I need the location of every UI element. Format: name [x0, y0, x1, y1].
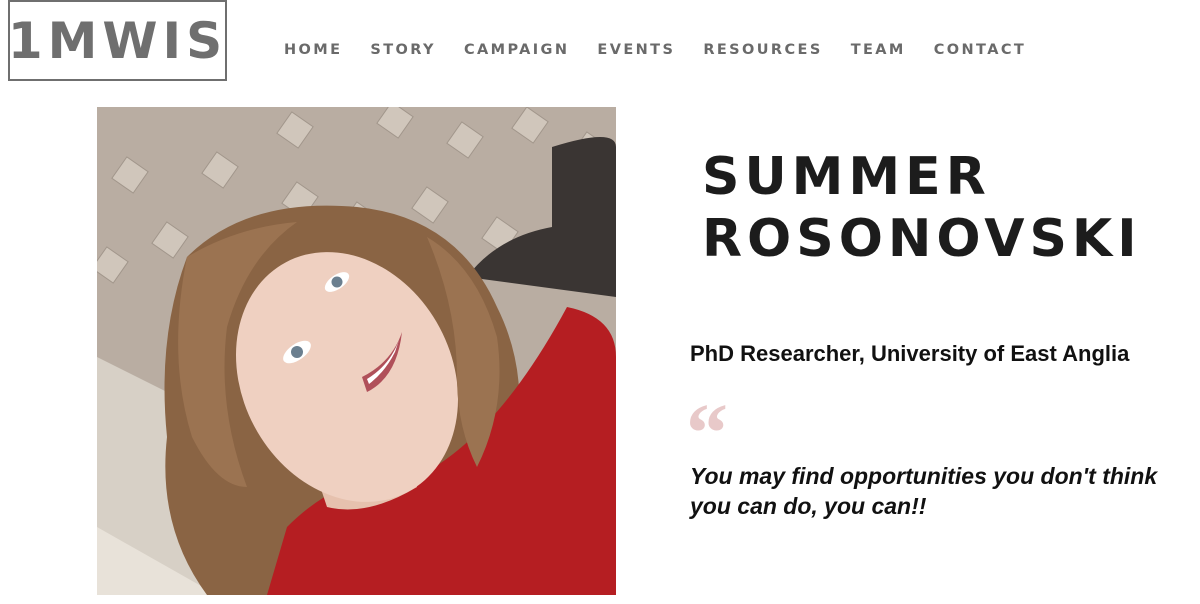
nav-campaign[interactable]: CAMPAIGN	[464, 40, 569, 60]
profile-photo	[97, 107, 616, 595]
profile-name-first: SUMMER	[702, 147, 991, 207]
nav-story[interactable]: STORY	[370, 40, 436, 60]
nav-events[interactable]: EVENTS	[597, 40, 675, 60]
profile-quote: You may find opportunities you don't thi…	[690, 463, 1158, 519]
profile-name: SUMMER ROSONOVSKI	[702, 146, 1142, 270]
profile-name-last: ROSONOVSKI	[702, 209, 1142, 269]
nav-contact[interactable]: CONTACT	[934, 40, 1026, 60]
main-nav: HOME STORY CAMPAIGN EVENTS RESOURCES TEA…	[284, 40, 1054, 60]
logo-text: 1MWIS	[7, 11, 228, 70]
nav-home[interactable]: HOME	[284, 40, 342, 60]
nav-team[interactable]: TEAM	[851, 40, 906, 60]
site-logo[interactable]: 1MWIS	[8, 0, 227, 81]
nav-resources[interactable]: RESOURCES	[703, 40, 822, 60]
portrait-photo	[97, 107, 616, 595]
profile-role: PhD Researcher, University of East Angli…	[690, 341, 1130, 366]
